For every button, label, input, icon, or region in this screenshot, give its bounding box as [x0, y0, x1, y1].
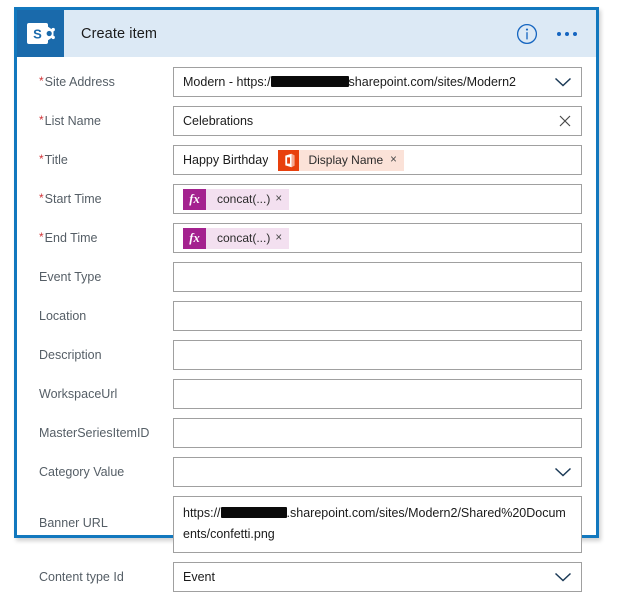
token-display-name[interactable]: Display Name ×: [278, 149, 404, 171]
redaction-bar: [270, 76, 349, 87]
label-title: *Title: [31, 145, 173, 167]
label-event-type: Event Type: [39, 270, 102, 284]
label-text: End Time: [44, 231, 98, 245]
token-label: concat(...): [217, 231, 271, 245]
field-row-content-type-id: Content type Id Event: [31, 562, 582, 592]
content-type-id-value: Event: [183, 570, 215, 584]
label-description: Description: [39, 348, 102, 362]
list-name-input[interactable]: Celebrations: [173, 106, 582, 136]
info-icon[interactable]: [516, 23, 538, 45]
required-marker: *: [39, 113, 44, 127]
required-marker: *: [39, 230, 44, 244]
label-workspaceurl: WorkspaceUrl: [39, 387, 118, 401]
chevron-down-icon[interactable]: [545, 571, 573, 583]
chevron-down-icon[interactable]: [545, 76, 573, 88]
label-text: Title: [44, 153, 68, 167]
form-body: *Site Address Modern - https:/sharepoint…: [17, 57, 596, 609]
required-marker: *: [39, 191, 44, 205]
page-title: Create item: [81, 25, 158, 42]
svg-text:S: S: [33, 26, 42, 41]
label-text: List Name: [44, 114, 101, 128]
create-item-card: S Create item *Site Address Modern - htt…: [14, 7, 599, 592]
token-concat-end[interactable]: fx concat(...) ×: [183, 227, 290, 249]
token-label: concat(...): [217, 192, 271, 206]
token-label: Display Name: [308, 153, 384, 167]
ellipsis-icon[interactable]: [555, 26, 579, 42]
required-marker: *: [39, 74, 44, 88]
list-name-value: Celebrations: [183, 114, 254, 128]
start-time-input[interactable]: fx concat(...) ×: [173, 184, 582, 214]
banner-url-input[interactable]: https://.sharepoint.com/sites/Modern2/Sh…: [173, 496, 582, 553]
redaction-bar: [220, 507, 287, 518]
token-concat-start[interactable]: fx concat(...) ×: [183, 188, 290, 210]
category-value-dropdown[interactable]: [173, 457, 582, 487]
label-text: Site Address: [44, 75, 115, 89]
field-row-description: Description: [31, 340, 582, 370]
field-row-banner-url: Banner URL https://.sharepoint.com/sites…: [31, 496, 582, 553]
field-row-location: Location: [31, 301, 582, 331]
field-row-list-name: *List Name Celebrations: [31, 106, 582, 136]
description-input[interactable]: [173, 340, 582, 370]
fx-icon: fx: [183, 227, 206, 249]
site-address-value: Modern - https:/sharepoint.com/sites/Mod…: [183, 75, 516, 89]
header-actions: [516, 23, 596, 45]
field-row-category-value: Category Value: [31, 457, 582, 487]
field-row-end-time: *End Time fx concat(...) ×: [31, 223, 582, 253]
label-text: Start Time: [44, 192, 102, 206]
clear-icon[interactable]: [549, 113, 573, 129]
label-site-address: *Site Address: [31, 67, 173, 89]
field-row-start-time: *Start Time fx concat(...) ×: [31, 184, 582, 214]
site-address-dropdown[interactable]: Modern - https:/sharepoint.com/sites/Mod…: [173, 67, 582, 97]
label-end-time: *End Time: [31, 223, 173, 245]
label-start-time: *Start Time: [31, 184, 173, 206]
label-list-name: *List Name: [31, 106, 173, 128]
field-row-masterseriesitemid: MasterSeriesItemID: [31, 418, 582, 448]
sharepoint-icon: S: [17, 10, 64, 57]
banner-url-value: https://.sharepoint.com/sites/Modern2/Sh…: [183, 506, 566, 541]
masterseriesitemid-input[interactable]: [173, 418, 582, 448]
event-type-input[interactable]: [173, 262, 582, 292]
field-row-workspaceurl: WorkspaceUrl: [31, 379, 582, 409]
card-header: S Create item: [17, 10, 596, 57]
label-category-value: Category Value: [39, 465, 125, 479]
label-location: Location: [39, 309, 87, 323]
title-input[interactable]: Happy Birthday Display Name ×: [173, 145, 582, 175]
token-remove-icon[interactable]: ×: [275, 232, 289, 244]
end-time-input[interactable]: fx concat(...) ×: [173, 223, 582, 253]
required-marker: *: [39, 152, 44, 166]
label-content-type-id: Content type Id: [39, 570, 124, 584]
label-banner-url: Banner URL: [39, 516, 108, 530]
field-row-site-address: *Site Address Modern - https:/sharepoint…: [31, 67, 582, 97]
workspaceurl-input[interactable]: [173, 379, 582, 409]
token-remove-icon[interactable]: ×: [390, 154, 404, 166]
field-row-title: *Title Happy Birthday Display Name ×: [31, 145, 582, 175]
content-type-id-dropdown[interactable]: Event: [173, 562, 582, 592]
location-input[interactable]: [173, 301, 582, 331]
field-row-event-type: Event Type: [31, 262, 582, 292]
title-value: Happy Birthday: [183, 153, 269, 167]
token-remove-icon[interactable]: ×: [275, 193, 289, 205]
fx-icon: fx: [183, 188, 206, 210]
office-icon: [278, 149, 300, 171]
chevron-down-icon[interactable]: [545, 466, 573, 478]
label-masterseriesitemid: MasterSeriesItemID: [39, 426, 150, 440]
